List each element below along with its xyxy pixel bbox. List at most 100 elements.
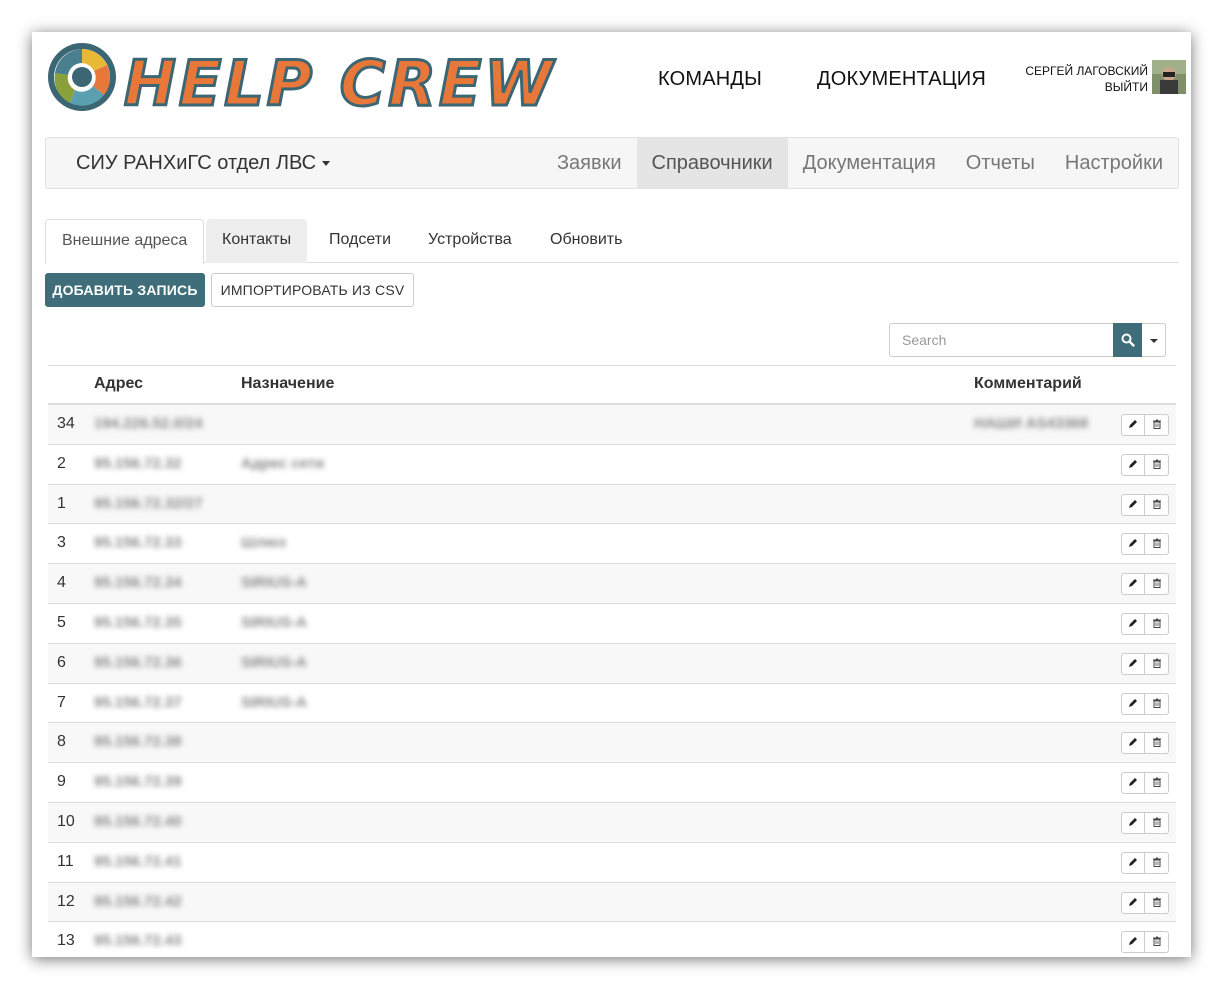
row-purpose: SIRIUS-A — [241, 653, 307, 671]
delete-button[interactable] — [1145, 732, 1169, 755]
row-address: 95.156.72.36 — [94, 653, 182, 671]
table-body: 34 194.226.52.0/24 НАШИ AS43368 2 95.156.72.… — [48, 405, 1176, 957]
column-address[interactable]: Адрес — [94, 375, 143, 393]
row-purpose: SIRIUS-A — [241, 693, 307, 711]
row-address: 95.156.72.38 — [94, 733, 182, 751]
edit-button[interactable] — [1121, 931, 1145, 954]
search-input[interactable]: Search — [889, 323, 1114, 357]
row-address: 95.156.72.43 — [94, 932, 182, 950]
pencil-icon — [1128, 814, 1138, 832]
add-record-button[interactable]: ДОБАВИТЬ ЗАПИСЬ — [45, 273, 205, 307]
delete-button[interactable] — [1145, 891, 1169, 914]
user-name[interactable]: СЕРГЕЙ ЛАГОВСКИЙ — [1025, 63, 1148, 79]
trash-icon — [1152, 894, 1162, 912]
row-address: 95.156.72.33 — [94, 534, 182, 552]
edit-button[interactable] — [1121, 851, 1145, 874]
trash-icon — [1152, 774, 1162, 792]
nav-settings[interactable]: Настройки — [1050, 138, 1178, 188]
pencil-icon — [1128, 456, 1138, 474]
row-number: 13 — [57, 932, 75, 950]
delete-button[interactable] — [1145, 573, 1169, 596]
import-csv-button[interactable]: ИМПОРТИРОВАТЬ ИЗ CSV — [211, 273, 414, 307]
help-crew-logo[interactable]: HELP CREW — [44, 37, 584, 115]
org-dropdown[interactable]: СИУ РАНХиГС отдел ЛВС — [76, 152, 331, 175]
delete-button[interactable] — [1145, 612, 1169, 635]
edit-button[interactable] — [1121, 891, 1145, 914]
delete-button[interactable] — [1145, 811, 1169, 834]
edit-button[interactable] — [1121, 453, 1145, 476]
row-address: 95.156.72.37 — [94, 693, 182, 711]
row-actions — [1121, 891, 1169, 914]
table-row: 10 95.156.72.40 — [48, 802, 1176, 843]
delete-button[interactable] — [1145, 652, 1169, 675]
addresses-table: Адрес Назначение Комментарий 34 194.226.5… — [48, 365, 1176, 957]
edit-button[interactable] — [1121, 573, 1145, 596]
table-row: 3 95.156.72.33 Шлюз — [48, 524, 1176, 565]
tab-subnets[interactable]: Подсети — [313, 219, 407, 263]
pencil-icon — [1128, 416, 1138, 434]
delete-button[interactable] — [1145, 692, 1169, 715]
table-row: 7 95.156.72.37 SIRIUS-A — [48, 684, 1176, 724]
edit-button[interactable] — [1121, 612, 1145, 635]
row-number: 2 — [57, 454, 66, 472]
edit-button[interactable] — [1121, 414, 1145, 436]
edit-button[interactable] — [1121, 652, 1145, 675]
row-address: 95.156.72.34 — [94, 574, 182, 592]
nav-documentation[interactable]: ДОКУМЕНТАЦИЯ — [817, 68, 986, 91]
row-actions — [1121, 453, 1169, 476]
nav-teams[interactable]: КОМАНДЫ — [658, 68, 762, 91]
nav-documentation-section[interactable]: Документация — [788, 138, 951, 188]
logo-text: HELP CREW — [124, 47, 556, 115]
table-row: 12 95.156.72.42 — [48, 882, 1176, 923]
row-number: 5 — [57, 613, 66, 631]
tab-contacts[interactable]: Контакты — [206, 219, 308, 263]
nav-directories[interactable]: Справочники — [636, 138, 788, 188]
trash-icon — [1152, 933, 1162, 951]
pencil-icon — [1128, 695, 1138, 713]
edit-button[interactable] — [1121, 772, 1145, 795]
logout-link[interactable]: ВЫЙТИ — [1025, 79, 1148, 95]
row-actions — [1121, 732, 1169, 755]
table-row: 5 95.156.72.35 SIRIUS-A — [48, 604, 1176, 644]
nav-requests[interactable]: Заявки — [542, 138, 637, 188]
delete-button[interactable] — [1145, 493, 1169, 516]
row-number: 8 — [57, 733, 66, 751]
row-address: 95.156.72.41 — [94, 852, 182, 870]
row-address: 95.156.72.32/27 — [94, 494, 203, 512]
edit-button[interactable] — [1121, 692, 1145, 715]
table-row: 34 194.226.52.0/24 НАШИ AS43368 — [48, 405, 1176, 445]
row-actions — [1121, 493, 1169, 516]
edit-button[interactable] — [1121, 732, 1145, 755]
delete-button[interactable] — [1145, 533, 1169, 556]
tab-devices[interactable]: Устройства — [412, 219, 528, 263]
trash-icon — [1152, 814, 1162, 832]
avatar[interactable] — [1152, 60, 1186, 94]
trash-icon — [1152, 416, 1162, 434]
search-options-dropdown[interactable] — [1142, 323, 1166, 357]
pencil-icon — [1128, 894, 1138, 912]
row-address: 194.226.52.0/24 — [94, 415, 203, 432]
nav-reports[interactable]: Отчеты — [951, 138, 1050, 188]
top-header: HELP CREW КОМАНДЫ ДОКУМЕНТАЦИЯ СЕРГЕЙ ЛА… — [32, 32, 1191, 132]
tab-external-addresses[interactable]: Внешние адреса — [45, 219, 205, 264]
tab-refresh[interactable]: Обновить — [534, 219, 638, 263]
tabs: Внешние адреса Контакты Подсети Устройст… — [45, 219, 1179, 264]
delete-button[interactable] — [1145, 453, 1169, 476]
delete-button[interactable] — [1145, 851, 1169, 874]
trash-icon — [1152, 535, 1162, 553]
column-purpose[interactable]: Назначение — [241, 375, 334, 393]
edit-button[interactable] — [1121, 811, 1145, 834]
table-row: 4 95.156.72.34 SIRIUS-A — [48, 564, 1176, 604]
search-button[interactable] — [1113, 323, 1142, 357]
edit-button[interactable] — [1121, 493, 1145, 516]
row-actions — [1121, 573, 1169, 596]
delete-button[interactable] — [1145, 414, 1169, 436]
edit-button[interactable] — [1121, 533, 1145, 556]
delete-button[interactable] — [1145, 772, 1169, 795]
delete-button[interactable] — [1145, 931, 1169, 954]
row-number: 7 — [57, 693, 66, 711]
row-purpose: SIRIUS-A — [241, 574, 307, 592]
column-comment[interactable]: Комментарий — [974, 375, 1082, 393]
pencil-icon — [1128, 933, 1138, 951]
table-row: 13 95.156.72.43 — [48, 922, 1176, 957]
